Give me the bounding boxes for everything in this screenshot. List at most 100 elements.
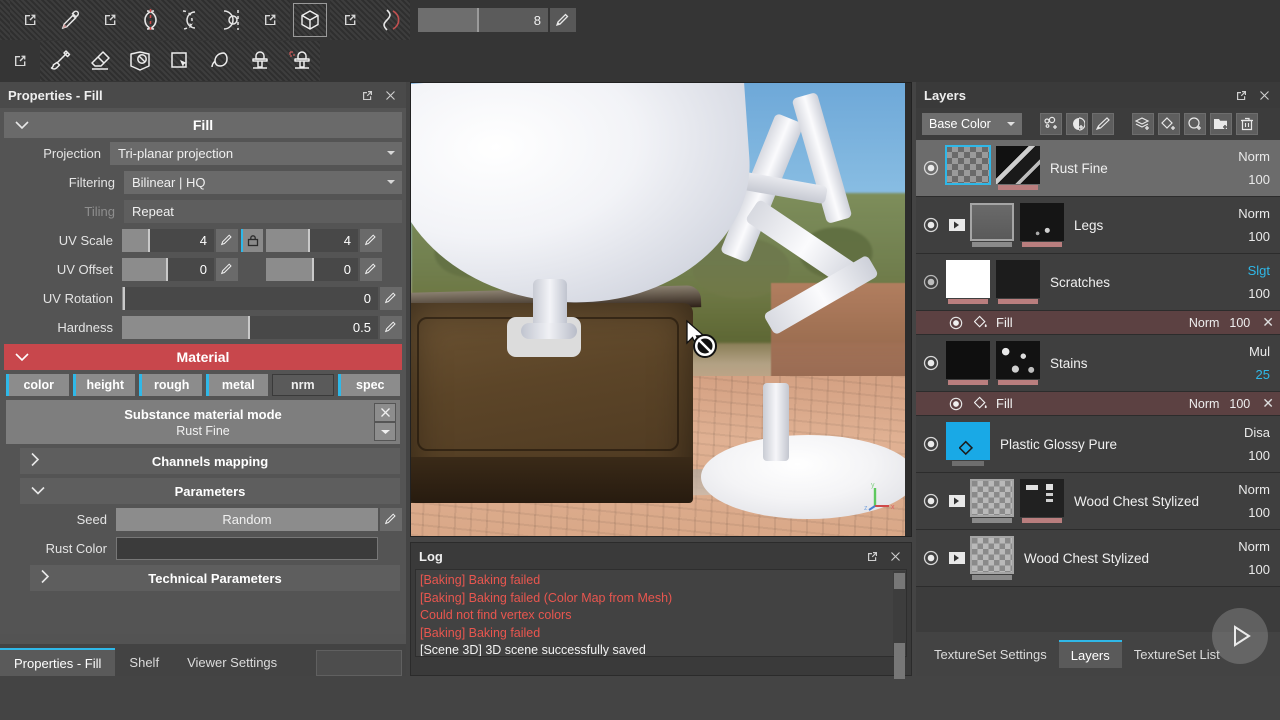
log-scrollbar[interactable]: [893, 571, 906, 679]
layer-mask-thumbnail[interactable]: [996, 341, 1040, 385]
layer-row-wood-chest-stylized-2[interactable]: Wood Chest Stylized Norm 100: [916, 530, 1280, 587]
undock-icon-2[interactable]: [90, 0, 130, 40]
symmetry-x-icon[interactable]: x: [170, 0, 210, 40]
layer-opacity[interactable]: 100: [1218, 448, 1270, 463]
folder-expand-icon[interactable]: [946, 218, 968, 232]
channel-toggle-rough[interactable]: rough: [139, 374, 202, 396]
channel-toggle-color[interactable]: color: [6, 374, 69, 396]
projection-tool-icon[interactable]: [120, 41, 160, 81]
effect-opacity[interactable]: 100: [1229, 316, 1250, 330]
channel-toggle-height[interactable]: height: [72, 374, 135, 396]
channel-selector[interactable]: Base Color: [922, 113, 1022, 135]
add-folder-icon[interactable]: [1210, 113, 1232, 135]
layer-row-plastic-glossy-pure[interactable]: Plastic Glossy Pure Disa 100: [916, 416, 1280, 473]
clear-material-icon[interactable]: [374, 403, 396, 422]
layer-opacity[interactable]: 100: [1218, 562, 1270, 577]
layer-visibility-toggle[interactable]: [916, 550, 946, 566]
uv-scale-lock-toggle[interactable]: [241, 228, 263, 252]
effect-row-fill[interactable]: Fill Norm 100 ✕: [916, 311, 1280, 335]
effect-visibility-toggle[interactable]: [944, 316, 968, 330]
layer-mask-thumbnail[interactable]: [996, 260, 1040, 304]
undock-panel-icon[interactable]: [865, 549, 879, 563]
uv-offset-x-edit-icon[interactable]: [216, 257, 238, 281]
tab-shelf[interactable]: Shelf: [115, 648, 173, 676]
tab-textureset-settings[interactable]: TextureSet Settings: [922, 640, 1059, 668]
channels-mapping-header[interactable]: Channels mapping: [20, 448, 400, 474]
uv-rotation-edit-icon[interactable]: [380, 286, 402, 310]
layer-thumbnail[interactable]: [946, 341, 990, 385]
uv-offset-y-slider[interactable]: 0: [266, 257, 358, 281]
symmetry-curve-icon[interactable]: [370, 0, 410, 40]
material-section-header[interactable]: Material: [4, 344, 402, 370]
add-smart-material-icon[interactable]: [1184, 113, 1206, 135]
layer-opacity[interactable]: 100: [1218, 286, 1270, 301]
eyedropper-icon[interactable]: [50, 0, 90, 40]
undock-panel-icon[interactable]: [360, 88, 374, 102]
layer-visibility-toggle[interactable]: [916, 436, 946, 452]
layer-thumbnail[interactable]: [946, 422, 990, 466]
layer-blend-mode[interactable]: Norm: [1218, 539, 1270, 554]
effect-remove-icon[interactable]: ✕: [1262, 314, 1274, 331]
tab-layers[interactable]: Layers: [1058, 640, 1122, 668]
clone-source-tool-icon[interactable]: [280, 41, 320, 81]
3d-viewport[interactable]: y x z: [410, 82, 912, 537]
geometry-decal-tool-icon[interactable]: [160, 41, 200, 81]
tab-viewer-settings[interactable]: Viewer Settings: [173, 648, 291, 676]
layer-row-rust-fine[interactable]: Rust Fine Norm 100: [916, 140, 1280, 197]
add-layer-icon[interactable]: [1132, 113, 1154, 135]
layer-blend-mode[interactable]: Norm: [1218, 206, 1270, 221]
layer-row-wood-chest-stylized-1[interactable]: Wood Chest Stylized Norm 100: [916, 473, 1280, 530]
symmetry-dot-icon[interactable]: [210, 0, 250, 40]
uv-scale-y-slider[interactable]: 4: [266, 228, 358, 252]
log-scroll-thumb[interactable]: [894, 643, 905, 679]
uv-scale-x-edit-icon[interactable]: [216, 228, 238, 252]
play-button-overlay-icon[interactable]: [1212, 608, 1268, 664]
layer-visibility-toggle[interactable]: [916, 493, 946, 509]
layer-thumbnail[interactable]: [946, 260, 990, 304]
effect-visibility-toggle[interactable]: [944, 397, 968, 411]
close-panel-icon[interactable]: [1257, 88, 1271, 102]
seed-edit-icon[interactable]: [380, 507, 402, 531]
cube-3d-view-icon[interactable]: [293, 3, 327, 37]
seed-field[interactable]: Random: [116, 507, 378, 531]
layer-blend-mode[interactable]: Mul: [1218, 344, 1270, 359]
undock-icon-5[interactable]: [0, 41, 40, 81]
viewport-right-scrollbar[interactable]: [905, 83, 911, 536]
smudge-tool-icon[interactable]: [200, 41, 240, 81]
toolbar-grip[interactable]: [0, 0, 10, 40]
log-scroll-thumb-top[interactable]: [894, 573, 905, 589]
undock-panel-icon[interactable]: [1234, 88, 1248, 102]
layer-visibility-toggle[interactable]: [916, 355, 946, 371]
add-paint-icon[interactable]: [1092, 113, 1114, 135]
undock-icon[interactable]: [10, 0, 50, 40]
filtering-select[interactable]: Bilinear | HQ: [124, 170, 402, 194]
paint-brush-tool-icon[interactable]: [40, 41, 80, 81]
layer-row-stains[interactable]: Stains Mul 25: [916, 335, 1280, 392]
layer-row-scratches[interactable]: Scratches Slgt 100: [916, 254, 1280, 311]
layer-opacity[interactable]: 100: [1218, 505, 1270, 520]
add-effect-icon[interactable]: [1040, 113, 1062, 135]
hardness-edit-icon[interactable]: [380, 315, 402, 339]
layer-opacity[interactable]: 25: [1218, 367, 1270, 382]
layer-visibility-toggle[interactable]: [916, 217, 946, 233]
effect-blend-mode[interactable]: Norm: [1189, 316, 1220, 330]
layer-visibility-toggle[interactable]: [916, 160, 946, 176]
undock-icon-3[interactable]: [250, 0, 290, 40]
layer-blend-mode[interactable]: Norm: [1218, 149, 1270, 164]
channel-toggle-nrm[interactable]: nrm: [272, 374, 334, 396]
layer-thumbnail[interactable]: [970, 203, 1014, 247]
effect-opacity[interactable]: 100: [1229, 397, 1250, 411]
layer-visibility-toggle[interactable]: [916, 274, 946, 290]
brush-size-edit-icon[interactable]: [550, 8, 576, 32]
hardness-slider[interactable]: 0.5: [122, 315, 378, 339]
layer-blend-mode[interactable]: Slgt: [1218, 263, 1270, 278]
layer-blend-mode[interactable]: Norm: [1218, 482, 1270, 497]
log-message-list[interactable]: [Baking] Baking failed [Baking] Baking f…: [415, 569, 907, 657]
technical-parameters-header[interactable]: Technical Parameters: [30, 565, 400, 591]
uv-rotation-slider[interactable]: 0: [122, 286, 378, 310]
effect-row-fill-2[interactable]: Fill Norm 100 ✕: [916, 392, 1280, 416]
channel-toggle-metal[interactable]: metal: [205, 374, 268, 396]
eraser-tool-icon[interactable]: [80, 41, 120, 81]
material-dropdown-icon[interactable]: [374, 422, 396, 441]
brush-size-slider[interactable]: 8: [418, 8, 548, 32]
